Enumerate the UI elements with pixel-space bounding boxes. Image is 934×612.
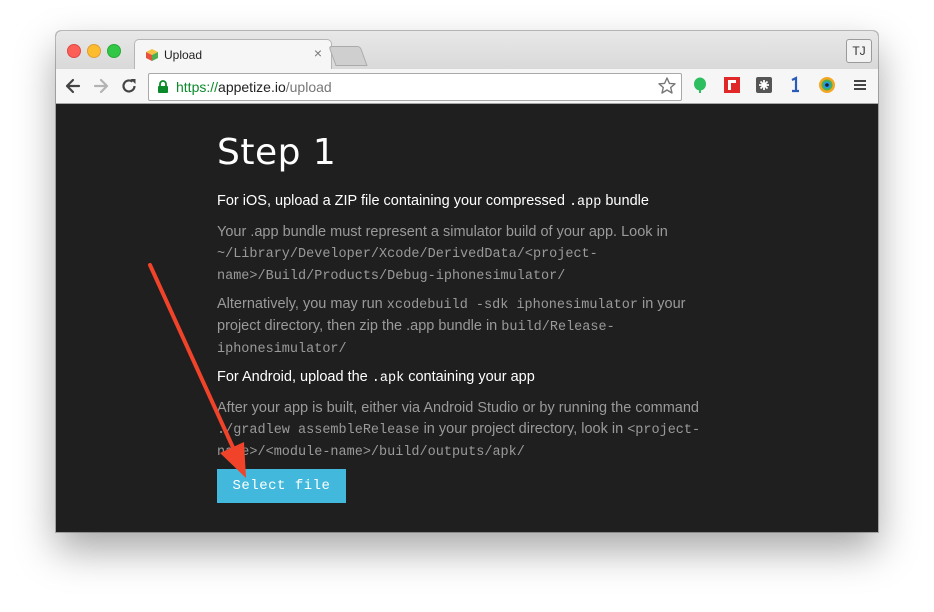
url-path: /upload [285, 79, 332, 95]
xcodebuild-command: xcodebuild -sdk iphonesimulator [386, 298, 638, 313]
android-text: After your app is built, either via Andr… [217, 400, 699, 416]
forward-arrow-icon[interactable] [91, 76, 111, 96]
puzzle-icon[interactable] [755, 76, 773, 94]
new-tab-button[interactable] [328, 46, 368, 66]
ios-instruction-tail: bundle [601, 193, 649, 209]
flipboard-icon[interactable] [723, 76, 741, 94]
android-instruction-tail: containing your app [404, 369, 535, 385]
page-content: Step 1 For iOS, upload a ZIP file contai… [56, 104, 878, 532]
browser-window: Upload × TJ https://appetize.io/upload S… [56, 31, 878, 532]
tab-strip: Upload × TJ [56, 31, 878, 70]
appetize-favicon-icon [146, 49, 158, 61]
android-instruction: For Android, upload the .apk containing … [217, 369, 535, 386]
url-scheme: https:// [176, 79, 219, 95]
profile-button[interactable]: TJ [846, 39, 872, 63]
hamburger-menu-icon[interactable] [851, 76, 869, 94]
close-window-button[interactable] [67, 44, 81, 58]
url-text[interactable]: https://appetize.io/upload [176, 79, 332, 95]
back-arrow-icon[interactable] [63, 76, 83, 96]
ios-bundle-paragraph: Your .app bundle must represent a simula… [217, 222, 727, 287]
address-bar[interactable]: https://appetize.io/upload [148, 73, 682, 101]
ios-instruction-code: .app [568, 195, 602, 210]
android-paragraph: After your app is built, either via Andr… [217, 398, 727, 463]
tab-title: Upload [164, 48, 203, 62]
tab-upload[interactable]: Upload × [134, 39, 332, 70]
1password-icon[interactable] [786, 76, 804, 94]
browser-toolbar: https://appetize.io/upload [56, 69, 878, 104]
tab-close-icon[interactable]: × [314, 45, 322, 61]
derived-data-path: ~/Library/Developer/Xcode/DerivedData/<p… [217, 247, 598, 284]
ios-alt-text: Alternatively, you may run [217, 296, 387, 312]
reload-icon[interactable] [119, 76, 139, 96]
minimize-window-button[interactable] [87, 44, 101, 58]
gradlew-command: ./gradlew assembleRelease [217, 423, 420, 438]
zoom-window-button[interactable] [107, 44, 121, 58]
step-heading: Step 1 [217, 132, 337, 173]
android-instruction-code: .apk [371, 371, 405, 386]
ios-instruction-text: For iOS, upload a ZIP file containing yo… [217, 193, 569, 209]
android-text-2: in your project directory, look in [419, 421, 628, 437]
ios-alternative-paragraph: Alternatively, you may run xcodebuild -s… [217, 294, 727, 360]
evernote-icon[interactable] [691, 76, 709, 94]
bookmark-star-icon[interactable] [657, 76, 677, 96]
lock-icon [158, 80, 168, 93]
android-instruction-text: For Android, upload the [217, 369, 372, 385]
ios-bundle-text: Your .app bundle must represent a simula… [217, 224, 668, 240]
select-file-button[interactable]: Select file [217, 469, 346, 503]
ios-instruction: For iOS, upload a ZIP file containing yo… [217, 193, 649, 210]
chrome-color-icon[interactable] [818, 76, 836, 94]
url-host: appetize.io [218, 79, 286, 95]
